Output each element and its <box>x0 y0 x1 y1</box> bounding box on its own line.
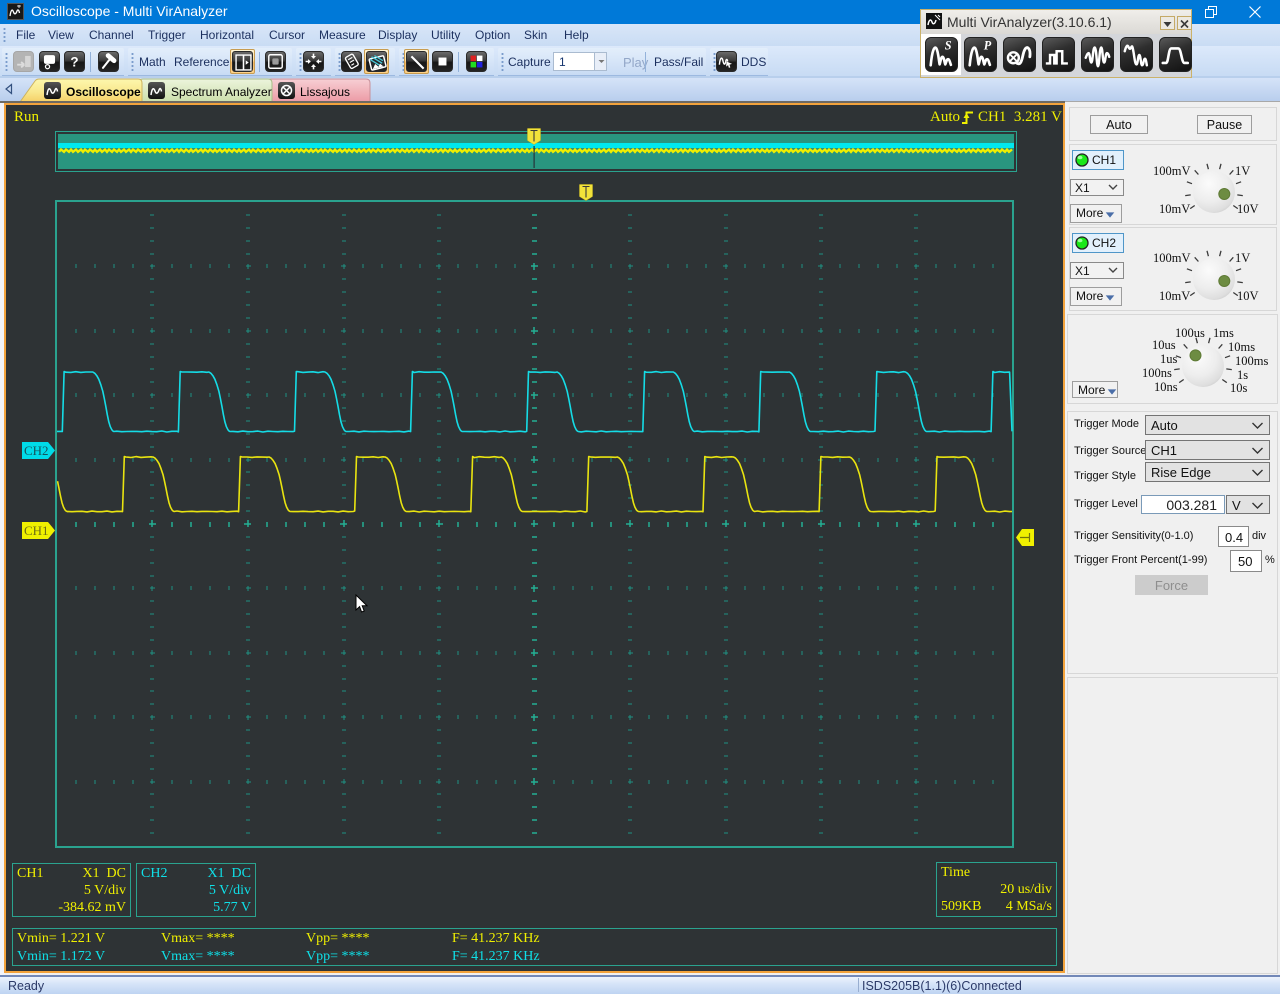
svg-text:S: S <box>945 38 952 52</box>
svg-text:P: P <box>984 38 992 52</box>
